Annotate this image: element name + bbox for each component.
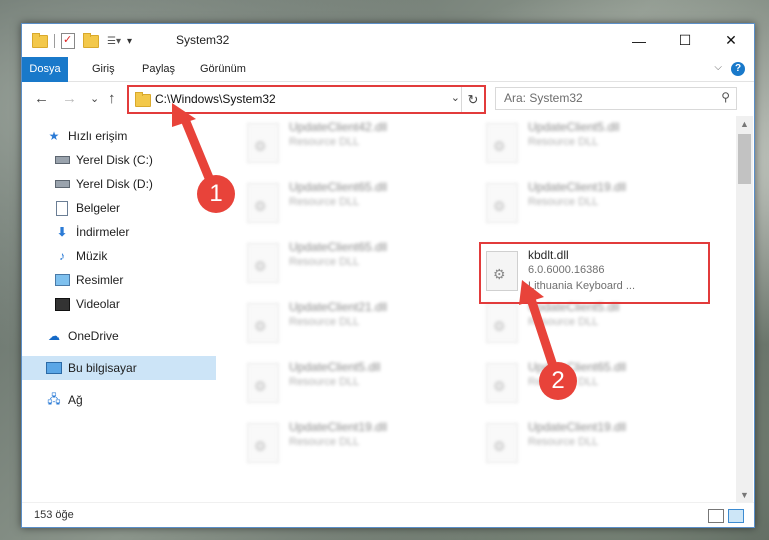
step-2-badge: 2 [539,362,577,400]
arrow-2 [519,280,561,380]
annotation-arrows [172,103,561,380]
step-1-badge: 1 [197,175,235,213]
